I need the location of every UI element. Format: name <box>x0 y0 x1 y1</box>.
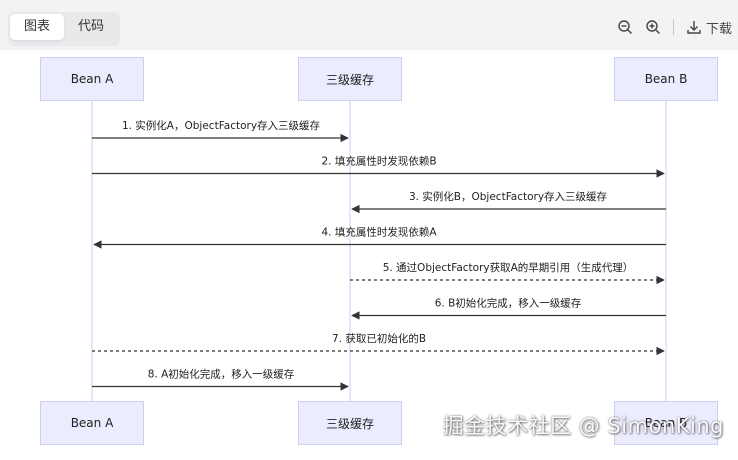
message-label: 2. 填充属性时发现依赖B <box>321 155 436 168</box>
toolbar-divider <box>672 19 674 35</box>
sequence-diagram: 1. 实例化A，ObjectFactory存入三级缓存 2. 填充属性时发现依赖B… <box>91 101 667 401</box>
participant-box-bottom: Bean A <box>40 401 144 445</box>
message-label: 5. 通过ObjectFactory获取A的早期引用（生成代理） <box>383 261 634 274</box>
tab-code[interactable]: 代码 <box>64 14 118 40</box>
message-label: 6. B初始化完成，移入一级缓存 <box>435 297 582 310</box>
zoom-in-icon <box>646 20 660 34</box>
toolbar: 图表 代码 下载 <box>0 0 738 50</box>
tab-chart[interactable]: 图表 <box>10 14 65 40</box>
message-label: 4. 填充属性时发现依赖A <box>321 226 437 239</box>
message-label: 7. 获取已初始化的B <box>332 332 426 345</box>
message-label: 3. 实例化B，ObjectFactory存入三级缓存 <box>409 190 608 203</box>
view-tabs: 图表 代码 <box>8 12 121 46</box>
participant-box-top: Bean A <box>40 57 144 101</box>
download-label: 下载 <box>705 21 732 37</box>
download-button[interactable]: 下载 <box>686 18 732 37</box>
message-label: 1. 实例化A，ObjectFactory存入三级缓存 <box>122 119 321 132</box>
diagram-canvas: 1. 实例化A，ObjectFactory存入三级缓存 2. 填充属性时发现依赖B… <box>0 50 738 456</box>
zoom-out-button[interactable] <box>617 19 633 35</box>
zoom-out-icon <box>618 20 632 34</box>
toolbar-actions: 下载 <box>617 14 732 40</box>
participant-box-top: 三级缓存 <box>298 57 402 101</box>
download-icon <box>687 21 701 34</box>
participant-box-bottom: 三级缓存 <box>298 401 402 445</box>
message-label: 8. A初始化完成，移入一级缓存 <box>148 368 295 381</box>
watermark: 掘金技术社区 @ SimonKing <box>442 414 724 438</box>
participant-box-top: Bean B <box>614 57 718 101</box>
zoom-in-button[interactable] <box>645 19 661 35</box>
